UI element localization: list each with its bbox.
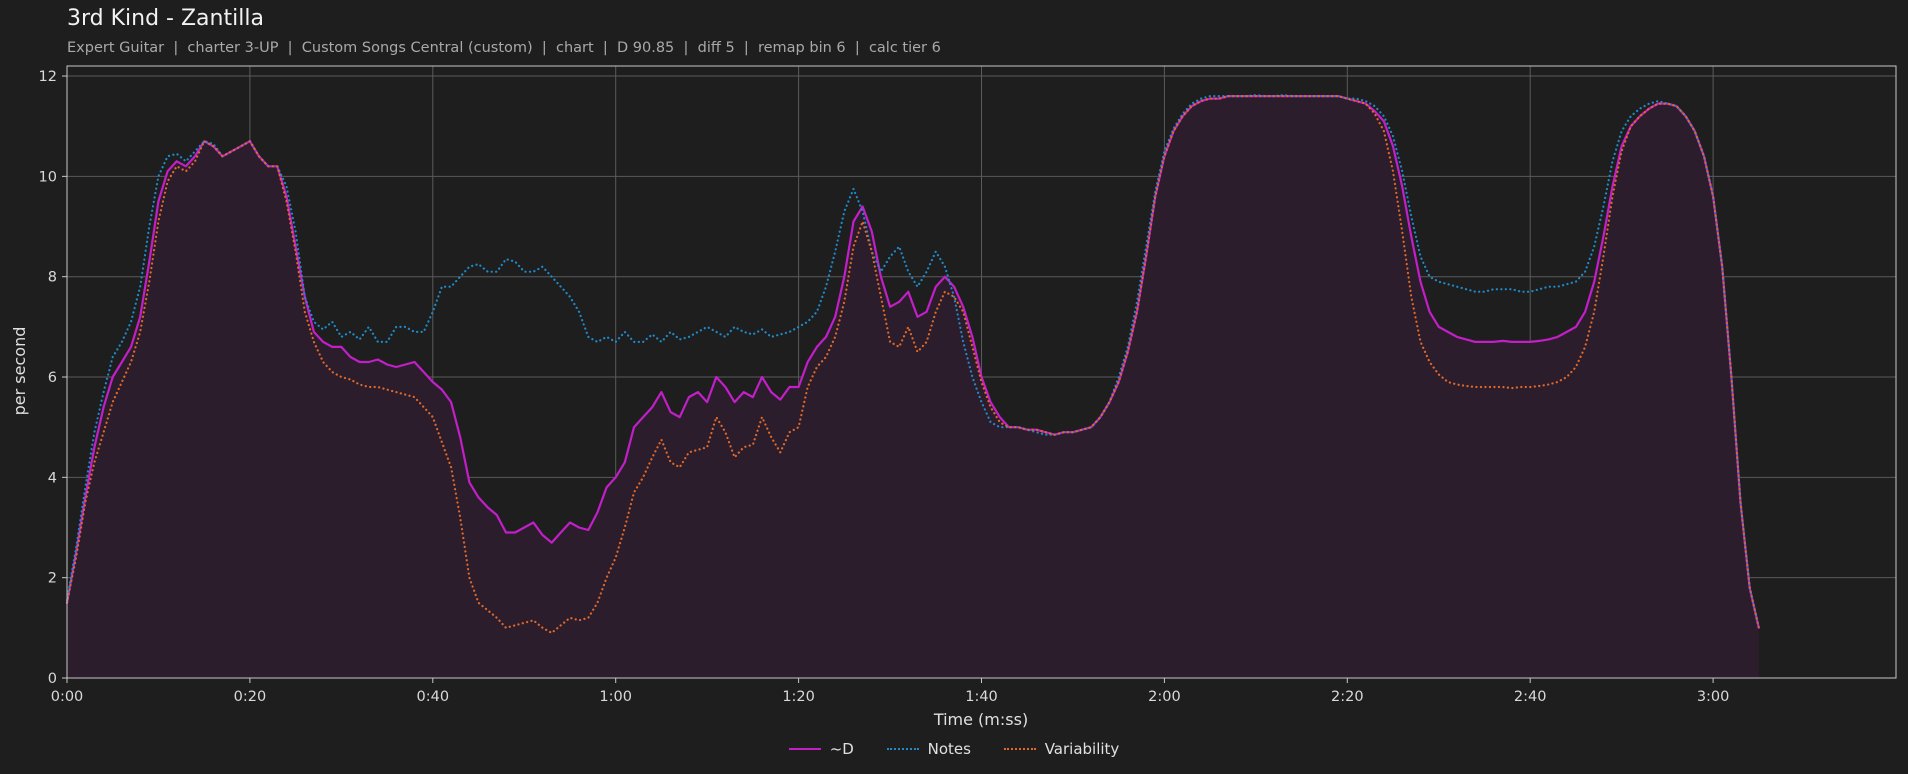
legend-item-d: ~D: [788, 740, 854, 758]
y-tick-label: 8: [48, 270, 57, 286]
legend-label-notes: Notes: [927, 740, 971, 758]
x-tick-label: 0:00: [51, 689, 84, 705]
x-tick-label: 1:20: [782, 689, 815, 705]
x-axis-label: Time (m:ss): [933, 710, 1028, 729]
x-tick-label: 1:40: [965, 689, 998, 705]
x-tick-label: 1:00: [599, 689, 632, 705]
y-tick-label: 2: [48, 571, 57, 587]
legend-swatch-d: [788, 748, 821, 750]
y-tick-label: 12: [39, 69, 57, 85]
x-tick-label: 2:20: [1331, 689, 1364, 705]
legend-label-d: ~D: [829, 740, 854, 758]
line-chart: 0:00 0:20 0:40 1:00 1:20 1:40 2:00 2:20 2:40 3:00…: [10, 65, 1897, 729]
y-tick-label: 0: [48, 671, 57, 687]
area-fill: [67, 96, 1759, 679]
d-area: [67, 96, 1759, 679]
legend-swatch-notes: [886, 748, 919, 750]
legend-item-variability: Variability: [1003, 740, 1120, 758]
legend: ~D Notes Variability: [0, 736, 1908, 758]
legend-item-notes: Notes: [886, 740, 971, 758]
legend-swatch-variability: [1003, 748, 1036, 750]
y-axis-label: per second: [10, 327, 29, 416]
legend-label-variability: Variability: [1044, 740, 1120, 758]
y-tick-label: 10: [39, 169, 57, 185]
x-tick-label: 2:00: [1148, 689, 1181, 705]
x-tick-label: 2:40: [1514, 689, 1547, 705]
y-tick-label: 4: [48, 470, 57, 486]
x-tick-label: 3:00: [1697, 689, 1730, 705]
x-tick-label: 0:20: [234, 689, 267, 705]
x-tick-label: 0:40: [417, 689, 450, 705]
y-tick-label: 6: [48, 370, 57, 386]
